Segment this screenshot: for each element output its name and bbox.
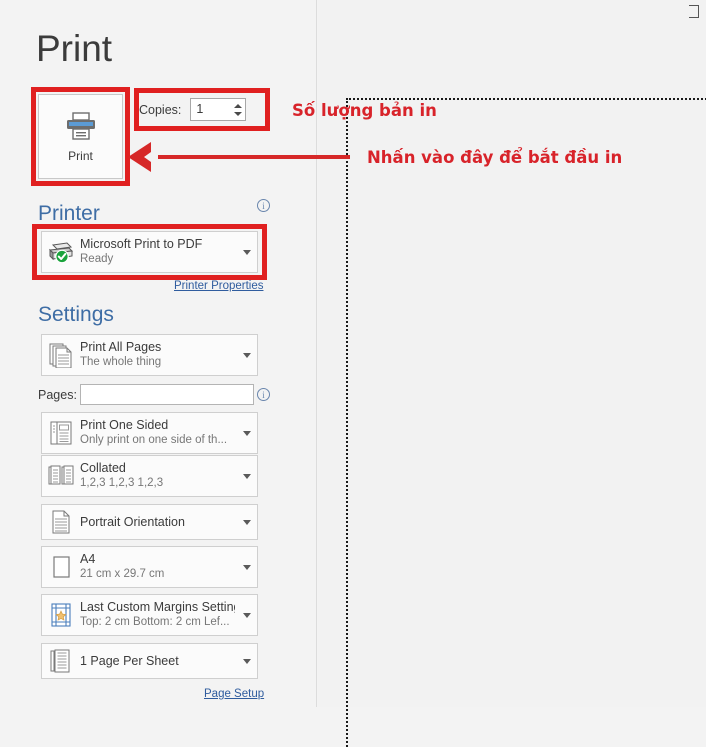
copies-row: Copies: 1 xyxy=(139,98,247,121)
collated-icon xyxy=(42,464,80,488)
setting-title: Portrait Orientation xyxy=(80,514,185,529)
print-settings-pane: Print Print Copies: 1 Printer i Microsof… xyxy=(0,0,317,707)
printer-ready-icon xyxy=(42,241,80,263)
setting-paper-size[interactable]: A4 21 cm x 29.7 cm xyxy=(41,546,258,588)
annotation-text-copies: Số lượng bản in xyxy=(292,101,437,120)
printer-info-icon[interactable]: i xyxy=(257,199,270,212)
setting-subtitle: 1,2,3 1,2,3 1,2,3 xyxy=(80,477,164,489)
chevron-down-icon[interactable] xyxy=(237,564,257,570)
annotation-text-print: Nhấn vào đây để bắt đầu in xyxy=(367,148,623,167)
setting-orientation[interactable]: Portrait Orientation xyxy=(41,504,258,540)
printer-texts: Microsoft Print to PDF Ready xyxy=(80,237,237,267)
setting-orientation-texts: Portrait Orientation xyxy=(80,515,237,530)
copies-stepper[interactable]: 1 xyxy=(190,98,247,121)
setting-print-range[interactable]: Print All Pages The whole thing xyxy=(41,334,258,376)
printer-heading: Printer xyxy=(38,202,100,225)
printer-properties-link[interactable]: Printer Properties xyxy=(174,280,263,292)
setting-sides-texts: Print One Sided Only print on one side o… xyxy=(80,418,237,448)
setting-print-range-texts: Print All Pages The whole thing xyxy=(80,340,237,370)
preview-page-outline xyxy=(346,98,706,747)
annotation-arrow-head-notch xyxy=(144,147,158,167)
print-one-sided-icon xyxy=(42,420,80,446)
print-button[interactable]: Print xyxy=(38,94,123,179)
setting-title: 1 Page Per Sheet xyxy=(80,653,179,668)
setting-paper-size-texts: A4 21 cm x 29.7 cm xyxy=(80,552,237,582)
printer-icon xyxy=(64,111,98,141)
margins-icon xyxy=(42,602,80,628)
printer-select[interactable]: Microsoft Print to PDF Ready xyxy=(41,231,258,273)
copies-label: Copies: xyxy=(139,102,182,117)
chevron-down-icon[interactable] xyxy=(237,430,257,436)
print-all-pages-icon xyxy=(42,342,80,368)
setting-collation[interactable]: Collated 1,2,3 1,2,3 1,2,3 xyxy=(41,455,258,497)
paper-size-icon xyxy=(42,554,80,580)
print-dialog: Print Print Copies: 1 Printer i Microsof… xyxy=(0,0,706,747)
copies-value[interactable]: 1 xyxy=(191,99,230,120)
chevron-down-icon[interactable] xyxy=(233,111,242,116)
pages-per-sheet-icon xyxy=(42,648,80,674)
setting-title: Collated xyxy=(80,461,126,475)
setting-sides[interactable]: Print One Sided Only print on one side o… xyxy=(41,412,258,454)
settings-heading: Settings xyxy=(38,303,114,326)
setting-pages-per-sheet-texts: 1 Page Per Sheet xyxy=(80,654,237,669)
printer-status: Ready xyxy=(80,253,114,265)
printer-name: Microsoft Print to PDF xyxy=(80,237,203,251)
pages-info-icon[interactable]: i xyxy=(257,388,270,401)
print-button-label: Print xyxy=(68,148,93,163)
chevron-down-icon[interactable] xyxy=(237,612,257,618)
chevron-down-icon[interactable] xyxy=(237,658,257,664)
chevron-up-icon[interactable] xyxy=(233,103,242,108)
setting-subtitle: 21 cm x 29.7 cm xyxy=(80,568,165,580)
setting-subtitle: Top: 2 cm Bottom: 2 cm Lef... xyxy=(80,616,230,628)
setting-title: A4 xyxy=(80,552,96,566)
chevron-down-icon[interactable] xyxy=(237,352,257,358)
setting-margins[interactable]: Last Custom Margins Setting Top: 2 cm Bo… xyxy=(41,594,258,636)
chevron-down-icon[interactable] xyxy=(237,249,257,255)
setting-collation-texts: Collated 1,2,3 1,2,3 1,2,3 xyxy=(80,461,237,491)
setting-subtitle: The whole thing xyxy=(80,356,162,368)
page-setup-link[interactable]: Page Setup xyxy=(204,688,264,700)
chevron-down-icon[interactable] xyxy=(237,519,257,525)
portrait-orientation-icon xyxy=(42,509,80,535)
page-title: Print xyxy=(36,28,113,69)
chevron-down-icon[interactable] xyxy=(237,473,257,479)
annotation-arrow-line xyxy=(136,155,350,159)
setting-subtitle: Only print on one side of th... xyxy=(80,434,228,446)
setting-margins-texts: Last Custom Margins Setting Top: 2 cm Bo… xyxy=(80,600,237,630)
setting-title: Last Custom Margins Setting xyxy=(80,600,235,614)
setting-title: Print One Sided xyxy=(80,418,169,432)
setting-title: Print All Pages xyxy=(80,340,162,354)
pages-label: Pages: xyxy=(38,387,77,402)
pages-input[interactable] xyxy=(80,384,254,405)
corner-mark-icon xyxy=(689,5,699,18)
setting-pages-per-sheet[interactable]: 1 Page Per Sheet xyxy=(41,643,258,679)
pages-row: Pages: xyxy=(38,384,254,405)
copies-spinner[interactable] xyxy=(230,99,245,120)
